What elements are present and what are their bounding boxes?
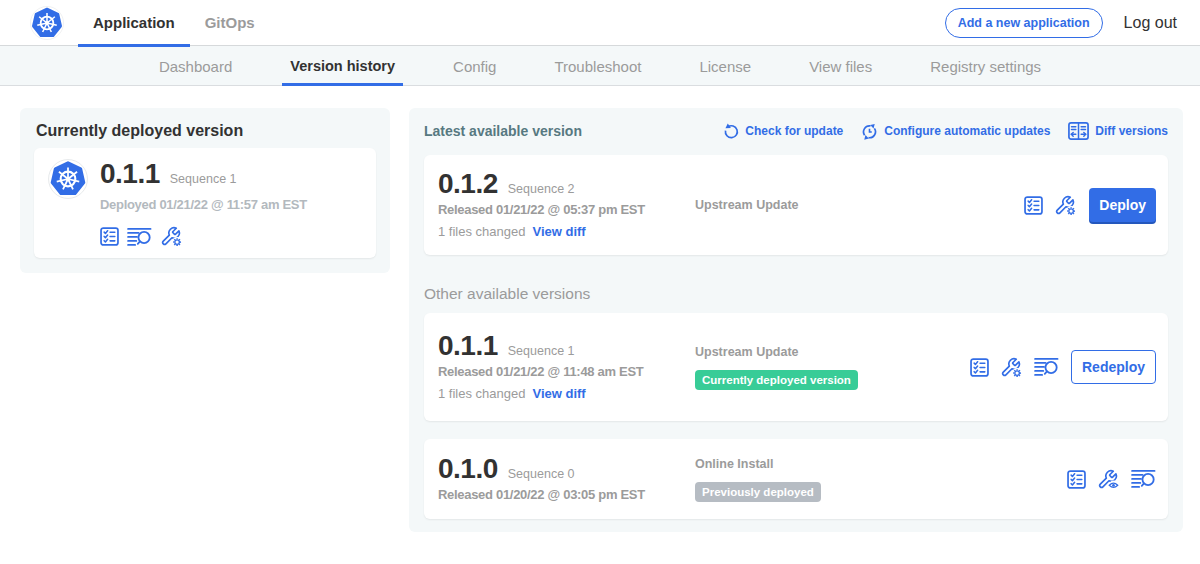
subnav-config[interactable]: Config: [445, 46, 504, 86]
diff-versions-link[interactable]: Diff versions: [1068, 122, 1168, 140]
diff-icon: [1068, 122, 1089, 140]
view-config-icon[interactable]: [1097, 469, 1120, 490]
version-number: 0.1.2: [438, 169, 498, 199]
currently-deployed-panel: Currently deployed version 0.1.1 Sequenc…: [20, 108, 390, 273]
version-released-timestamp: Released 01/21/22 @ 11:48 am EST: [438, 363, 695, 381]
preflight-checks-icon[interactable]: [1024, 196, 1043, 215]
version-history-panel: Latest available version Check for updat…: [409, 108, 1183, 532]
version-released-timestamp: Released 01/21/22 @ 05:37 pm EST: [438, 201, 695, 219]
other-versions-title: Other available versions: [424, 285, 1168, 303]
view-diff-link[interactable]: View diff: [532, 223, 585, 241]
app-kubernetes-icon: [48, 159, 88, 199]
current-version-number: 0.1.1: [100, 159, 160, 189]
version-row-0-1-1: 0.1.1 Sequence 1 Released 01/21/22 @ 11:…: [424, 313, 1168, 421]
version-released-timestamp: Released 01/20/22 @ 03:05 pm EST: [438, 486, 695, 504]
preflight-checks-icon[interactable]: [970, 358, 989, 377]
currently-deployed-card: 0.1.1 Sequence 1 Deployed 01/21/22 @ 11:…: [34, 148, 376, 258]
previously-deployed-badge: Previously deployed: [695, 482, 821, 502]
deploy-logs-icon[interactable]: [1131, 469, 1156, 489]
subnav-troubleshoot[interactable]: Troubleshoot: [546, 46, 649, 86]
current-version-sequence: Sequence 1: [170, 164, 237, 194]
preflight-checks-icon[interactable]: [100, 227, 119, 246]
edit-config-icon[interactable]: [160, 226, 183, 247]
deploy-logs-icon[interactable]: [127, 227, 152, 247]
subnav-version-history[interactable]: Version history: [282, 46, 403, 86]
currently-deployed-badge: Currently deployed version: [695, 370, 858, 390]
edit-config-icon[interactable]: [1054, 195, 1077, 216]
version-number: 0.1.1: [438, 331, 498, 361]
latest-available-title: Latest available version: [424, 123, 582, 139]
version-source-label: Upstream Update: [695, 198, 799, 212]
view-diff-link[interactable]: View diff: [532, 385, 585, 403]
tab-gitops[interactable]: GitOps: [190, 0, 270, 46]
deploy-logs-icon[interactable]: [1034, 357, 1059, 377]
files-changed-label: 1 files changed: [438, 223, 525, 241]
version-sequence: Sequence 2: [508, 174, 575, 204]
version-row-0-1-0: 0.1.0 Sequence 0 Released 01/20/22 @ 03:…: [424, 439, 1168, 519]
deploy-button[interactable]: Deploy: [1089, 188, 1156, 222]
kubernetes-logo[interactable]: [30, 6, 64, 40]
configure-automatic-updates-link[interactable]: Configure automatic updates: [861, 123, 1050, 140]
app-tabs: Application GitOps: [78, 0, 270, 46]
tab-application[interactable]: Application: [78, 0, 190, 46]
files-changed-label: 1 files changed: [438, 385, 525, 403]
top-nav-right: Add a new application Log out: [945, 8, 1177, 38]
version-number: 0.1.0: [438, 454, 498, 484]
version-sequence: Sequence 0: [508, 459, 575, 489]
version-sequence: Sequence 1: [508, 336, 575, 366]
refresh-icon: [723, 123, 739, 139]
version-source-label: Upstream Update: [695, 345, 799, 359]
check-for-update-link[interactable]: Check for update: [723, 123, 843, 139]
top-nav: Application GitOps Add a new application…: [0, 0, 1200, 46]
version-source-label: Online Install: [695, 457, 774, 471]
add-application-button[interactable]: Add a new application: [945, 8, 1103, 38]
preflight-checks-icon[interactable]: [1067, 470, 1086, 489]
subnav-license[interactable]: License: [691, 46, 759, 86]
edit-config-icon[interactable]: [1000, 357, 1023, 378]
app-subnav: Dashboard Version history Config Trouble…: [0, 46, 1200, 86]
logout-link[interactable]: Log out: [1124, 14, 1177, 32]
subnav-registry-settings[interactable]: Registry settings: [922, 46, 1049, 86]
current-deployed-timestamp: Deployed 01/21/22 @ 11:57 am EST: [100, 196, 307, 214]
redeploy-button[interactable]: Redeploy: [1071, 350, 1156, 384]
schedule-update-icon: [861, 123, 878, 140]
subnav-dashboard[interactable]: Dashboard: [151, 46, 240, 86]
version-row-0-1-2: 0.1.2 Sequence 2 Released 01/21/22 @ 05:…: [424, 155, 1168, 255]
currently-deployed-title: Currently deployed version: [36, 122, 374, 140]
subnav-view-files[interactable]: View files: [801, 46, 880, 86]
